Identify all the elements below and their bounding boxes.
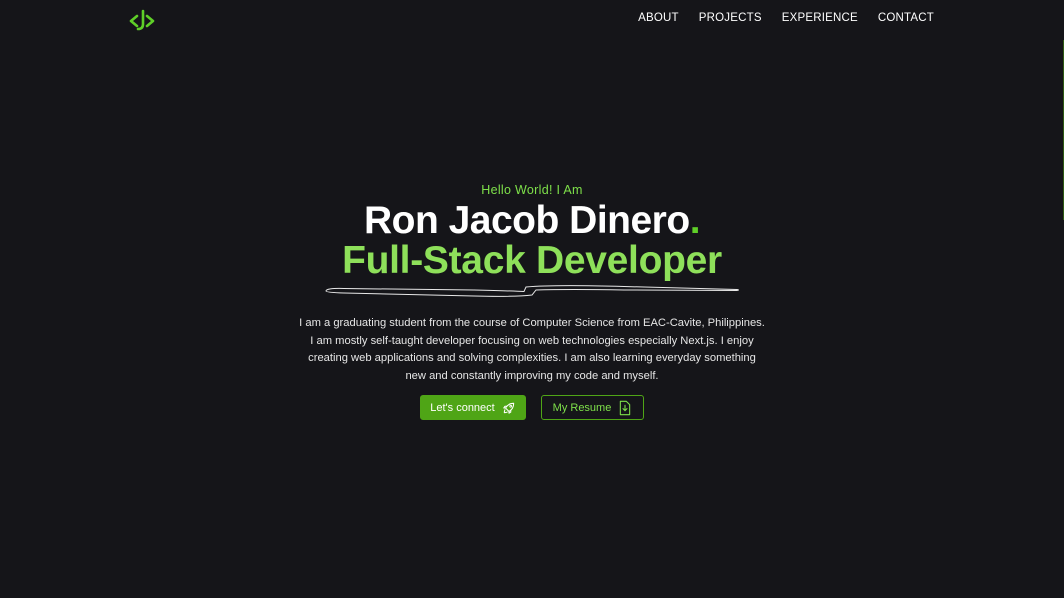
nav-link-contact[interactable]: CONTACT — [878, 12, 934, 24]
hero-role: Full-Stack Developer — [342, 239, 722, 282]
lets-connect-button[interactable]: Let's connect — [420, 395, 526, 420]
nav-link-about[interactable]: ABOUT — [638, 12, 679, 24]
download-file-icon — [618, 400, 632, 416]
hero-section: Hello World! I Am Ron Jacob Dinero. Full… — [0, 183, 1064, 420]
hero-name: Ron Jacob Dinero. — [0, 201, 1064, 241]
nav-links: ABOUT PROJECTS EXPERIENCE CONTACT — [638, 12, 934, 24]
hero-name-dot: . — [689, 199, 701, 242]
my-resume-button[interactable]: My Resume — [541, 395, 644, 420]
hero-name-text: Ron Jacob Dinero — [363, 199, 690, 242]
my-resume-label: My Resume — [552, 401, 612, 414]
nav-link-experience[interactable]: EXPERIENCE — [782, 12, 858, 24]
lets-connect-label: Let's connect — [430, 401, 495, 414]
code-bracket-logo-icon[interactable] — [128, 9, 156, 33]
portfolio-page: ABOUT PROJECTS EXPERIENCE CONTACT Hello … — [0, 0, 1064, 598]
hero-greeting: Hello World! I Am — [481, 183, 583, 197]
rocket-icon — [502, 401, 516, 415]
top-navbar: ABOUT PROJECTS EXPERIENCE CONTACT — [0, 0, 1064, 38]
nav-link-projects[interactable]: PROJECTS — [699, 12, 762, 24]
hero-bio: I am a graduating student from the cours… — [299, 317, 765, 382]
scribble-underline — [325, 285, 739, 297]
hero-actions: Let's connect My Resume — [0, 395, 1064, 420]
